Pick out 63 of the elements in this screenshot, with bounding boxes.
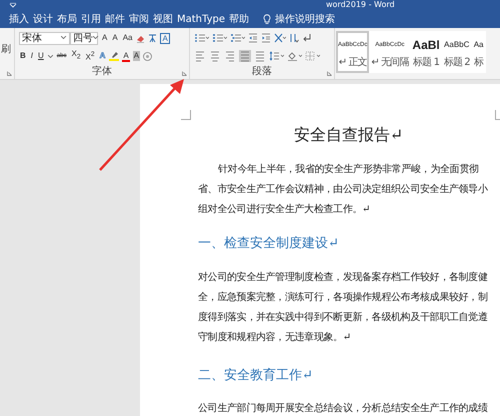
grow-font-button[interactable]: A bbox=[101, 32, 108, 44]
dialog-launcher-icon[interactable] bbox=[7, 71, 12, 76]
eraser-icon[interactable] bbox=[136, 34, 146, 42]
ribbon-tab[interactable]: 审阅 bbox=[129, 12, 149, 26]
section-heading: 一、检查安全制度建设↵ bbox=[198, 235, 340, 253]
body-paragraph: 针对今年上半年，我省的安全生产形势非常严峻，为全面贯彻省、市安全生产工作会议精神，由公司决定组织公司安全生产领导小组对全公司进行安全生产大检查工作。↵ bbox=[198, 162, 489, 217]
document-title: 安全自查报告↵ bbox=[292, 124, 404, 146]
group-label: 字体 bbox=[92, 66, 112, 78]
multilevel-list-icon[interactable] bbox=[230, 33, 245, 43]
style-gallery-item[interactable]: AaBbC 标题 2 bbox=[442, 31, 472, 73]
group-label: 段落 bbox=[252, 66, 272, 78]
ribbon-tab[interactable]: 插入 bbox=[9, 12, 29, 26]
font-name-dropdown[interactable]: 宋体 bbox=[19, 32, 70, 44]
distributed-icon[interactable] bbox=[254, 50, 266, 62]
section-heading: 二、安全教育工作↵ bbox=[198, 366, 314, 385]
superscript-button[interactable]: X$^{2}$ bbox=[84, 48, 96, 64]
ribbon-tab[interactable]: 设计 bbox=[33, 12, 53, 26]
font-color-button[interactable]: A bbox=[122, 50, 130, 62]
style-gallery-item[interactable]: AaBl 标题 1 bbox=[410, 31, 442, 73]
bullets-icon[interactable] bbox=[194, 33, 209, 43]
enclose-characters-icon[interactable] bbox=[143, 52, 152, 60]
dialog-launcher-icon[interactable] bbox=[327, 71, 332, 76]
align-right-icon[interactable] bbox=[224, 50, 236, 62]
dropdown-caret-icon[interactable] bbox=[61, 36, 67, 40]
show-formatting-marks-icon[interactable] bbox=[302, 33, 312, 43]
style-gallery-item[interactable]: Aa 标 bbox=[472, 31, 486, 73]
increase-indent-icon[interactable] bbox=[261, 33, 271, 43]
subscript-button[interactable]: X$_{2}$ bbox=[70, 48, 82, 64]
asian-layout-icon[interactable] bbox=[274, 33, 286, 43]
tell-me-search[interactable]: 操作说明搜索 bbox=[274, 12, 335, 26]
dropdown-caret-icon[interactable] bbox=[48, 54, 53, 58]
highlighter-icon[interactable] bbox=[109, 51, 120, 61]
ribbon-tab[interactable]: 邮件 bbox=[105, 12, 125, 26]
align-left-icon[interactable] bbox=[194, 50, 206, 62]
character-border-button[interactable]: A bbox=[160, 32, 170, 44]
dropdown-caret-icon[interactable] bbox=[93, 36, 99, 40]
lightbulb-icon[interactable] bbox=[262, 14, 271, 25]
font-size-dropdown[interactable]: 四号 bbox=[70, 32, 98, 44]
ribbon-tab[interactable]: 布局 bbox=[57, 12, 77, 26]
body-paragraph: 公司生产部门每周开展安全总结会议，分析总结安全生产工作的成绩 bbox=[198, 402, 489, 416]
quick-access-caret-icon[interactable] bbox=[9, 2, 17, 8]
body-paragraph: 对公司的安全生产管理制度检查，发现备案存档工作较好，各制度健全，应急预案完整，演练可行，各项操作规程公布考核成果较好，制度得到落实，并在实践中得到不断更新，各级机构及干部职工自觉遵守制度和规程内容，无违章现象。↵ bbox=[198, 270, 489, 345]
ribbon-tab[interactable]: MathType bbox=[177, 12, 225, 26]
window-title: word2019 - Word bbox=[326, 0, 395, 10]
italic-button[interactable]: I bbox=[30, 50, 34, 62]
margin-mark bbox=[181, 110, 191, 120]
ribbon-tab[interactable]: 视图 bbox=[153, 12, 173, 26]
decrease-indent-icon[interactable] bbox=[248, 33, 258, 43]
align-center-icon[interactable] bbox=[209, 50, 221, 62]
ribbon-tab[interactable]: 引用 bbox=[81, 12, 101, 26]
line-spacing-icon[interactable] bbox=[269, 51, 284, 61]
numbering-icon[interactable] bbox=[212, 33, 227, 43]
sort-icon[interactable] bbox=[289, 33, 299, 43]
bold-button[interactable]: B bbox=[19, 50, 27, 62]
dialog-launcher-icon[interactable] bbox=[182, 71, 187, 76]
underline-button[interactable]: U bbox=[37, 50, 45, 62]
shrink-font-button[interactable]: A bbox=[111, 32, 119, 44]
phonetic-guide-icon[interactable] bbox=[148, 33, 158, 43]
change-case-button[interactable]: Aa bbox=[122, 32, 134, 44]
ribbon-tab[interactable]: 帮助 bbox=[228, 12, 249, 26]
character-shading-button[interactable]: A bbox=[132, 51, 140, 61]
format-painter-label[interactable]: 刷 bbox=[1, 44, 11, 56]
paint-bucket-icon[interactable] bbox=[287, 51, 302, 61]
